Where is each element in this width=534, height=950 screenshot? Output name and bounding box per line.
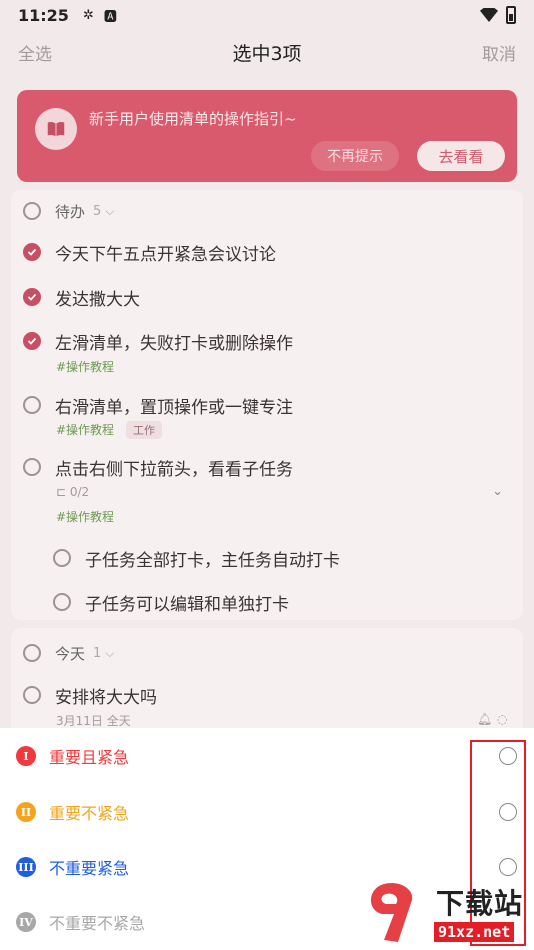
checked-icon[interactable]: [23, 288, 41, 306]
page-title: 选中3项: [232, 42, 302, 65]
task-row[interactable]: 发达撒大大: [11, 285, 523, 310]
priority-badge-icon: II: [16, 802, 36, 822]
book-icon: [35, 108, 77, 150]
sync-icon: ✲: [82, 7, 94, 23]
banner-text: 新手用户使用清单的操作指引~: [89, 110, 297, 128]
subtask-title: 子任务可以编辑和单独打卡: [85, 594, 289, 615]
task-title: 右滑清单，置顶操作或一键专注: [55, 397, 293, 418]
group-label: 今天: [55, 644, 86, 663]
todo-group-card: 待办 5 ⌵ 今天下午五点开紧急会议讨论 发达撒大大 左滑清单，失败打卡或删除操…: [11, 190, 523, 620]
subtask-count: 0/2: [69, 485, 90, 499]
task-row[interactable]: 今天下午五点开紧急会议讨论: [11, 240, 523, 265]
chevron-down-icon[interactable]: ⌵: [105, 204, 114, 219]
priority-option[interactable]: II 重要不紧急: [0, 784, 534, 840]
task-label-pill: 工作: [126, 421, 162, 439]
subtask-title: 子任务全部打卡，主任务自动打卡: [85, 550, 340, 571]
group-header-today[interactable]: 今天 1 ⌵: [11, 642, 523, 664]
priority-option[interactable]: I 重要且紧急: [0, 728, 534, 784]
unchecked-circle[interactable]: [23, 396, 41, 414]
reminder-bell-icon: 🔔︎: [477, 712, 493, 726]
subtask-row[interactable]: 子任务可以编辑和单独打卡: [11, 590, 523, 615]
task-title: 左滑清单，失败打卡或删除操作: [55, 333, 293, 354]
checked-icon[interactable]: [23, 243, 41, 261]
unchecked-circle[interactable]: [53, 549, 71, 567]
group-count: 5: [93, 203, 102, 219]
battery-icon: [506, 6, 516, 24]
task-row[interactable]: 右滑清单，置顶操作或一键专注: [11, 393, 523, 418]
group-select-circle[interactable]: [23, 202, 41, 220]
expand-chevron-icon[interactable]: ⌄: [492, 484, 503, 499]
subtask-row[interactable]: 子任务全部打卡，主任务自动打卡: [11, 546, 523, 571]
group-count: 1: [93, 645, 102, 661]
checked-icon[interactable]: [23, 332, 41, 350]
notification-a-icon: 🅰: [103, 9, 117, 25]
group-header-todo[interactable]: 待办 5 ⌵: [11, 200, 523, 222]
task-title: 点击右侧下拉箭头，看看子任务: [55, 459, 293, 480]
today-group-card: 今天 1 ⌵ 安排将大大吗 3月11日 全天 🔔︎ ◌: [11, 628, 523, 738]
chevron-down-icon[interactable]: ⌵: [105, 646, 114, 661]
guide-banner: 新手用户使用清单的操作指引~ 不再提示 去看看: [17, 90, 517, 182]
view-guide-button[interactable]: 去看看: [417, 141, 505, 171]
priority-label: 重要且紧急: [49, 748, 130, 767]
task-row[interactable]: 点击右侧下拉箭头，看看子任务: [11, 455, 523, 480]
cancel-button[interactable]: 取消: [482, 40, 516, 65]
unchecked-circle[interactable]: [23, 686, 41, 704]
dismiss-button[interactable]: 不再提示: [311, 141, 399, 171]
task-row[interactable]: 左滑清单，失败打卡或删除操作: [11, 329, 523, 354]
task-title: 发达撒大大: [55, 289, 140, 310]
subtask-icon: ⊏: [56, 485, 70, 499]
unchecked-circle[interactable]: [23, 458, 41, 476]
status-bar: 11:25 ✲ 🅰: [0, 0, 534, 30]
task-row[interactable]: 安排将大大吗: [11, 683, 523, 708]
repeat-icon: ◌: [497, 712, 508, 726]
unchecked-circle[interactable]: [53, 593, 71, 611]
task-title: 今天下午五点开紧急会议讨论: [55, 244, 276, 265]
priority-label: 不重要紧急: [49, 859, 130, 878]
priority-label: 不重要不紧急: [49, 914, 146, 933]
status-time: 11:25: [18, 5, 69, 25]
select-all-button[interactable]: 全选: [18, 40, 52, 65]
task-tag: #操作教程: [56, 423, 115, 437]
task-tag: #操作教程: [56, 360, 115, 374]
group-label: 待办: [55, 202, 86, 221]
priority-badge-icon: I: [16, 746, 36, 766]
selection-header: 全选 选中3项 取消: [0, 32, 534, 72]
task-title: 安排将大大吗: [55, 687, 157, 708]
site-watermark: 下载站 91xz.net: [358, 880, 534, 950]
watermark-url: 91xz.net: [434, 922, 515, 942]
priority-badge-icon: IV: [16, 912, 36, 932]
group-select-circle[interactable]: [23, 644, 41, 662]
priority-label: 重要不紧急: [49, 804, 130, 823]
priority-badge-icon: III: [16, 857, 36, 877]
task-date: 3月11日 全天: [56, 714, 131, 728]
task-tag: #操作教程: [56, 510, 115, 524]
wifi-icon: [480, 8, 498, 22]
subtask-counter: ⊏ 0/2: [56, 485, 89, 499]
watermark-logo-icon: [370, 882, 413, 942]
watermark-text: 下载站: [436, 887, 524, 920]
